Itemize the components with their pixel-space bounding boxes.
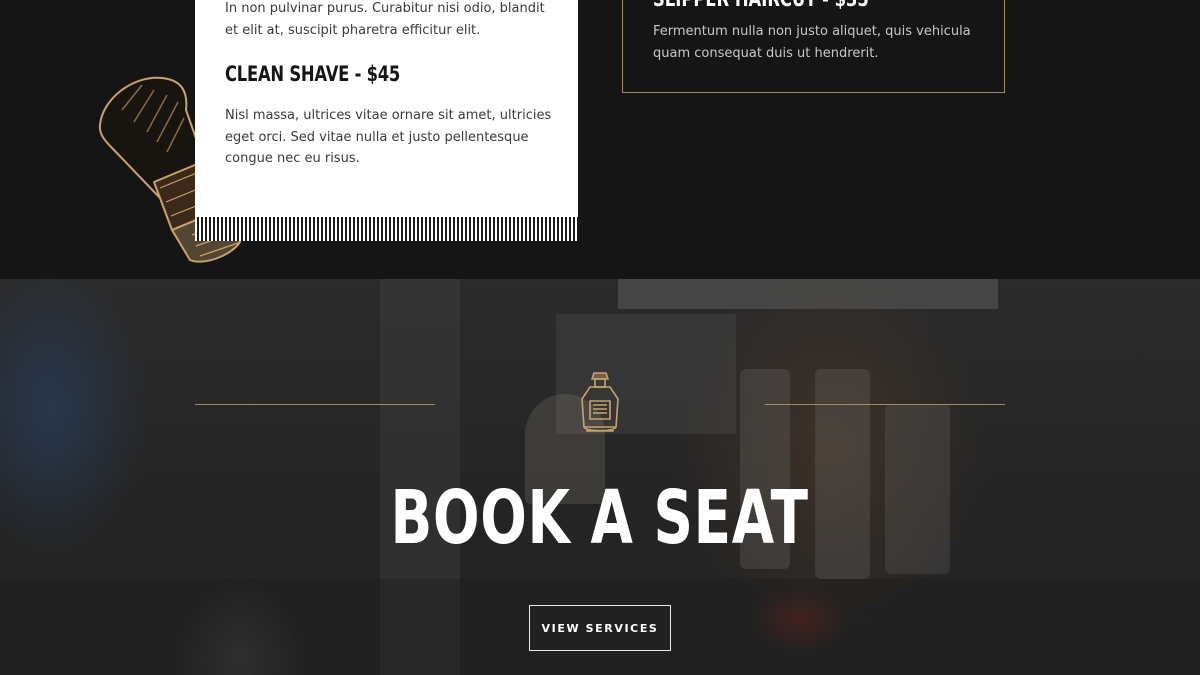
cologne-bottle-icon bbox=[581, 372, 619, 432]
striped-border bbox=[195, 217, 578, 241]
service-card-slipper-haircut: SLIPPER HAIRCUT - $35 Fermentum nulla no… bbox=[622, 0, 1005, 93]
service-card-clean-shave: In non pulvinar purus. Curabitur nisi od… bbox=[195, 0, 578, 241]
services-section: In non pulvinar purus. Curabitur nisi od… bbox=[0, 0, 1200, 279]
view-services-button[interactable]: VIEW SERVICES bbox=[529, 605, 671, 651]
book-a-seat-heading-text: BOOK A SEAT bbox=[390, 475, 810, 561]
book-a-seat-section: BOOK A SEAT VIEW SERVICES bbox=[0, 279, 1200, 675]
service-intro-text: In non pulvinar purus. Curabitur nisi od… bbox=[225, 1, 545, 38]
divider-line-right bbox=[765, 404, 1005, 405]
service-title-slipper-haircut: SLIPPER HAIRCUT - $35 bbox=[653, 0, 869, 11]
divider-line-left bbox=[195, 404, 435, 405]
background-photo-shape bbox=[618, 279, 998, 309]
service-description-slipper-haircut: Fermentum nulla non justo aliquet, quis … bbox=[653, 24, 971, 61]
book-a-seat-heading: BOOK A SEAT bbox=[0, 475, 1200, 561]
service-description-clean-shave: Nisl massa, ultrices vitae ornare sit am… bbox=[225, 108, 552, 166]
service-title-clean-shave: CLEAN SHAVE - $45 bbox=[225, 62, 401, 86]
